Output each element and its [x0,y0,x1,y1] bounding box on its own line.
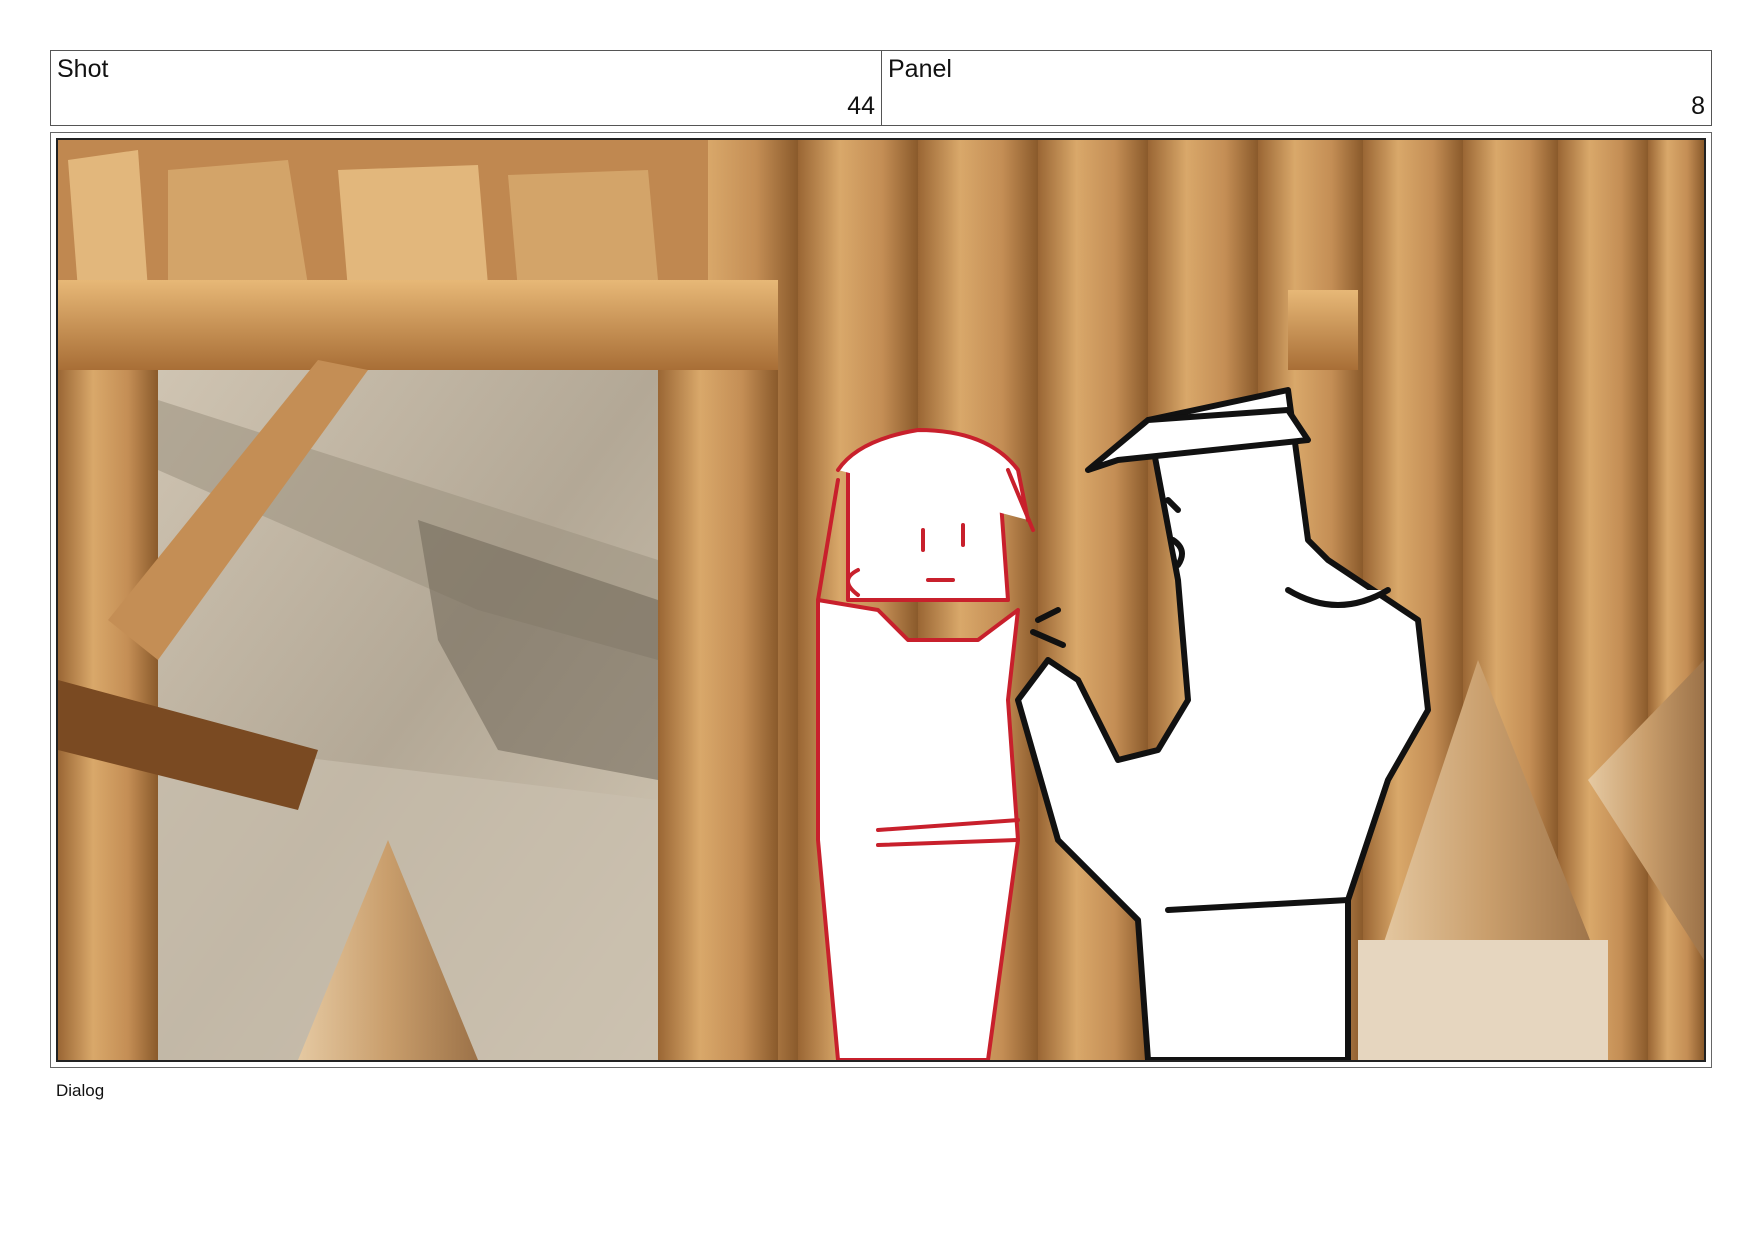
shot-number: 44 [847,92,875,120]
storyboard-scene [58,140,1704,1060]
panel-cell: Panel 8 [882,51,1711,125]
panel-label: Panel [888,55,952,83]
shot-cell: Shot 44 [51,51,882,125]
dialog-label: Dialog [56,1081,105,1100]
storyboard-image [56,138,1706,1062]
storyboard-frame [50,132,1712,1068]
shot-label: Shot [57,55,109,83]
panel-number: 8 [1691,92,1705,120]
girl-sketch-icon [816,428,1035,1060]
shot-panel-header: Shot 44 Panel 8 [50,50,1712,126]
